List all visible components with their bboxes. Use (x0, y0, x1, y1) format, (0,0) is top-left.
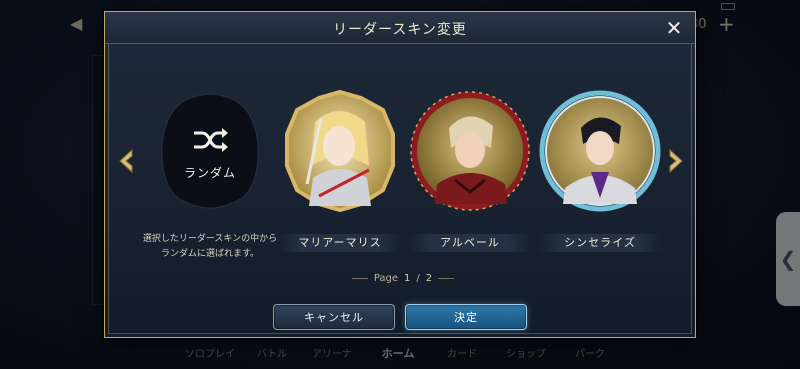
pager-divider (438, 277, 455, 279)
skin-name-label: アルベール (409, 234, 531, 252)
close-icon[interactable]: ✕ (663, 17, 685, 39)
shuffle-icon (191, 126, 229, 154)
random-description-line1: 選択したリーダースキンの中から (142, 234, 278, 244)
random-description: 選択したリーダースキンの中から ランダムに選ばれます。 (135, 232, 285, 262)
page-separator: / (416, 272, 420, 284)
page-total: 2 (425, 272, 433, 284)
pager-divider (351, 277, 368, 279)
leader-skin-dialog: リーダースキン変更 ✕ ランダム 選択したリーダースキンの中から ランダムに選ば… (104, 11, 696, 338)
page-indicator: Page 1 / 2 (343, 271, 463, 285)
cancel-button[interactable]: キャンセル (273, 304, 395, 330)
right-arrow-icon[interactable] (667, 148, 685, 174)
dialog-title: リーダースキン変更 (333, 22, 467, 38)
random-description-line2: ランダムに選ばれます。 (160, 249, 260, 259)
skin-portrait-albert (409, 88, 531, 214)
dialog-header: リーダースキン変更 ✕ (105, 12, 695, 44)
skin-name-label: シンセライズ (539, 234, 661, 252)
skin-name-label: マリアーマリス (279, 234, 401, 252)
page-current: 1 (404, 272, 411, 284)
skin-portrait-maria (279, 88, 401, 214)
skin-portrait-synthesize (539, 88, 661, 214)
page-label: Page (373, 272, 399, 284)
confirm-button[interactable]: 決定 (405, 304, 527, 330)
random-label: ランダム (183, 166, 236, 180)
left-arrow-icon[interactable] (117, 148, 135, 174)
